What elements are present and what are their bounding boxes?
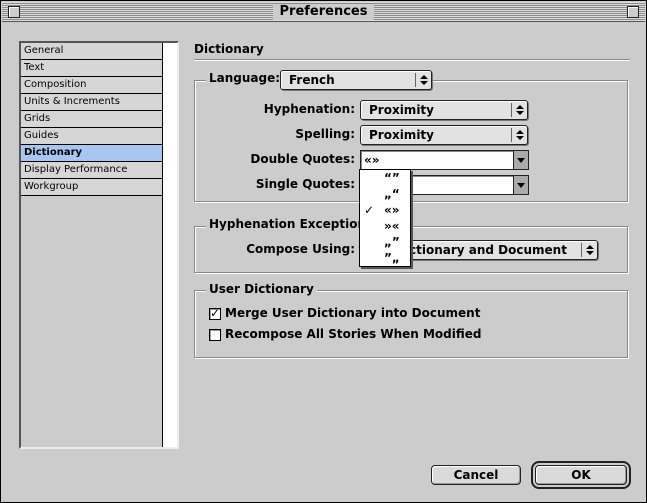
category-list: General Text Composition Units & Increments… [21, 43, 163, 447]
sidebar-item-grids[interactable]: Grids [21, 111, 162, 128]
preferences-category-list: General Text Composition Units & Increments… [19, 41, 179, 449]
sidebar-item-workgroup[interactable]: Workgroup [21, 179, 162, 196]
menu-item-label: »« [384, 219, 400, 233]
merge-user-dictionary-checkbox[interactable]: ✓ [209, 306, 221, 320]
combo-dropdown-button[interactable] [513, 151, 528, 169]
popup-arrows-icon [511, 128, 525, 142]
close-box-icon[interactable] [8, 6, 20, 18]
sidebar-item-composition[interactable]: Composition [21, 77, 162, 94]
double-quotes-menu: “” „“ ✓ «» »« „” ”„ [359, 169, 411, 267]
menu-item[interactable]: »« [360, 218, 410, 234]
triangle-down-icon [517, 183, 525, 188]
single-quotes-label: Single Quotes: [255, 177, 355, 191]
user-dictionary-title: User Dictionary [206, 282, 317, 296]
preferences-window: Preferences General Text Composition Units … [0, 0, 647, 503]
hyphenation-exceptions-title: Hyphenation Exceptions [206, 217, 377, 231]
menu-item-label: «» [384, 203, 400, 217]
sidebar-item-text[interactable]: Text [21, 60, 162, 77]
menu-item[interactable]: „“ [360, 186, 410, 202]
ok-button[interactable]: OK [531, 461, 631, 489]
spelling-label: Spelling: [295, 127, 355, 141]
menu-item[interactable]: „” [360, 234, 410, 250]
menu-item-label: “” [384, 171, 400, 185]
checkmark-icon: ✓ [364, 203, 375, 217]
hyphenation-label: Hyphenation: [263, 102, 355, 116]
merge-user-dictionary-label[interactable]: Merge User Dictionary into Document [225, 306, 480, 320]
sidebar-item-units-increments[interactable]: Units & Increments [21, 94, 162, 111]
combo-dropdown-button[interactable] [513, 176, 528, 194]
language-popup[interactable]: French [280, 70, 432, 90]
list-scrollbar[interactable] [163, 43, 177, 447]
triangle-down-icon [517, 158, 525, 163]
window-title: Preferences [272, 4, 375, 20]
recompose-stories-label[interactable]: Recompose All Stories When Modified [225, 327, 482, 341]
checkmark-icon: ✓ [210, 306, 221, 320]
zoom-box-icon[interactable] [627, 6, 639, 18]
sidebar-item-general[interactable]: General [21, 43, 162, 60]
popup-arrows-icon [511, 103, 525, 117]
page-title: Dictionary [194, 42, 264, 56]
title-bar[interactable]: Preferences [2, 2, 645, 22]
menu-item-label: „” [384, 235, 400, 249]
hyphenation-value: Proximity [369, 103, 434, 117]
header-divider [194, 59, 630, 61]
menu-item[interactable]: “” [360, 170, 410, 186]
user-dictionary-group [194, 290, 628, 358]
language-value: French [289, 73, 335, 87]
menu-item[interactable]: ”„ [360, 250, 410, 266]
recompose-stories-checkbox[interactable] [209, 329, 221, 341]
compose-using-label: Compose Using: [246, 242, 355, 256]
sidebar-item-guides[interactable]: Guides [21, 128, 162, 145]
cancel-button[interactable]: Cancel [431, 465, 521, 485]
double-quotes-label: Double Quotes: [250, 152, 355, 166]
spelling-popup[interactable]: Proximity [360, 125, 528, 145]
menu-item-label: „“ [384, 187, 400, 201]
sidebar-item-dictionary[interactable]: Dictionary [21, 145, 162, 162]
sidebar-item-display-performance[interactable]: Display Performance [21, 162, 162, 179]
spelling-value: Proximity [369, 128, 434, 142]
popup-arrows-icon [581, 243, 595, 257]
double-quotes-combo[interactable]: «» [360, 150, 529, 170]
double-quotes-value: «» [364, 153, 380, 167]
menu-item-label: ”„ [384, 251, 400, 265]
menu-item[interactable]: ✓ «» [360, 202, 410, 218]
popup-arrows-icon [415, 73, 429, 87]
hyphenation-popup[interactable]: Proximity [360, 100, 528, 120]
language-label: Language: [206, 71, 284, 85]
